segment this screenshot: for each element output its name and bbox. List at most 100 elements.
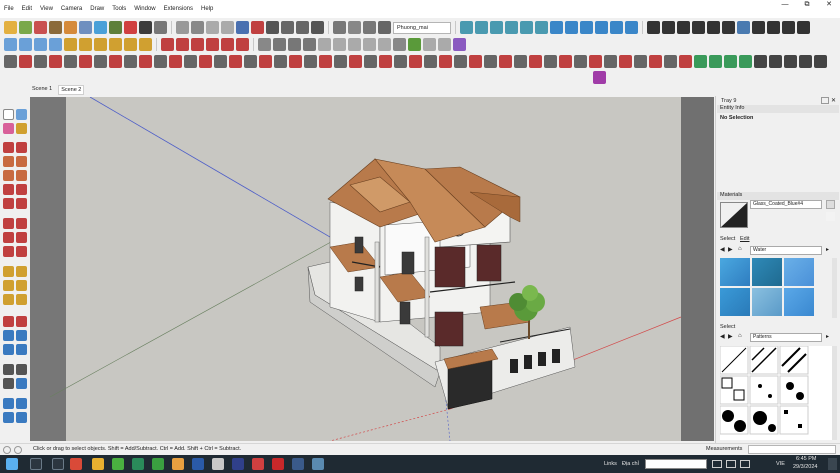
shadow-icon[interactable] bbox=[378, 21, 391, 34]
tool-icon[interactable] bbox=[244, 55, 257, 68]
app-icon[interactable] bbox=[112, 458, 124, 470]
tray-close-icon[interactable]: ✕ bbox=[831, 97, 836, 104]
geolocation-icon[interactable] bbox=[14, 446, 22, 454]
offset-icon[interactable] bbox=[16, 246, 27, 257]
arc-icon[interactable] bbox=[3, 184, 14, 195]
redo-icon[interactable] bbox=[296, 21, 309, 34]
textured-icon[interactable] bbox=[625, 21, 638, 34]
measurements-field[interactable] bbox=[748, 445, 836, 454]
orbit-icon[interactable] bbox=[176, 21, 189, 34]
display-section-icon[interactable] bbox=[3, 398, 14, 409]
grid-icon[interactable] bbox=[333, 38, 346, 51]
style-icon[interactable] bbox=[333, 21, 346, 34]
tool-icon[interactable] bbox=[784, 55, 797, 68]
circle-icon[interactable] bbox=[3, 170, 14, 181]
move-icon[interactable] bbox=[79, 21, 92, 34]
material-swatch[interactable] bbox=[720, 258, 750, 286]
protractor-icon[interactable] bbox=[3, 280, 14, 291]
xray-icon[interactable] bbox=[550, 21, 563, 34]
axes-icon[interactable] bbox=[49, 38, 62, 51]
model-viewport[interactable] bbox=[30, 97, 714, 441]
axes-icon[interactable] bbox=[4, 38, 17, 51]
menu-window[interactable]: Window bbox=[130, 0, 159, 18]
tool-icon[interactable] bbox=[4, 55, 17, 68]
axes-icon[interactable] bbox=[34, 38, 47, 51]
tool-icon[interactable] bbox=[754, 55, 767, 68]
pencil-icon[interactable] bbox=[34, 21, 47, 34]
grid-icon[interactable] bbox=[363, 38, 376, 51]
network-icon[interactable] bbox=[712, 460, 722, 468]
look-around-icon[interactable] bbox=[16, 364, 27, 375]
sun-icon[interactable] bbox=[438, 38, 451, 51]
align-icon[interactable] bbox=[236, 38, 249, 51]
scale-icon[interactable] bbox=[109, 21, 122, 34]
sketchup-icon[interactable] bbox=[252, 458, 264, 470]
pushpull-icon[interactable] bbox=[16, 218, 27, 229]
start-icon[interactable] bbox=[6, 458, 18, 470]
tool-icon[interactable] bbox=[469, 55, 482, 68]
tool-icon[interactable] bbox=[289, 55, 302, 68]
text-icon[interactable] bbox=[79, 38, 92, 51]
links-label[interactable]: Links bbox=[604, 461, 617, 467]
line-icon[interactable] bbox=[3, 142, 14, 153]
acrobat-icon[interactable] bbox=[272, 458, 284, 470]
language-indicator[interactable]: VIE bbox=[776, 461, 785, 467]
back-icon[interactable]: ◀ bbox=[720, 246, 725, 253]
sandbox-icon[interactable] bbox=[737, 21, 750, 34]
cloud-icon[interactable] bbox=[767, 21, 780, 34]
clock-date[interactable]: 29/3/2024 bbox=[793, 464, 817, 470]
arc-icon[interactable] bbox=[16, 184, 27, 195]
hidden-line-icon[interactable] bbox=[595, 21, 608, 34]
materials-tab-edit[interactable]: Edit bbox=[740, 236, 749, 242]
task-view-icon[interactable] bbox=[52, 458, 64, 470]
right-view-icon[interactable] bbox=[505, 21, 518, 34]
tool-icon[interactable] bbox=[739, 55, 752, 68]
tool-icon[interactable] bbox=[619, 55, 632, 68]
solid-icon[interactable] bbox=[303, 38, 316, 51]
tool-icon[interactable] bbox=[799, 55, 812, 68]
material-library-select[interactable]: Water bbox=[750, 246, 822, 255]
scrollbar[interactable] bbox=[832, 346, 837, 440]
front-view-icon[interactable] bbox=[490, 21, 503, 34]
menu-help[interactable]: Help bbox=[197, 0, 217, 18]
position-camera-icon[interactable] bbox=[3, 364, 14, 375]
tool-icon[interactable] bbox=[229, 55, 242, 68]
material-name-field[interactable]: Glass_Coated_Blue#4 bbox=[750, 200, 822, 209]
tool-icon[interactable] bbox=[634, 55, 647, 68]
move-icon[interactable] bbox=[3, 218, 14, 229]
scale-icon[interactable] bbox=[3, 246, 14, 257]
tool-icon[interactable] bbox=[724, 55, 737, 68]
grid-icon[interactable] bbox=[348, 38, 361, 51]
file-explorer-icon[interactable] bbox=[92, 458, 104, 470]
materials-header[interactable]: Materials bbox=[717, 192, 839, 200]
tool-icon[interactable] bbox=[394, 55, 407, 68]
tool-icon[interactable] bbox=[424, 55, 437, 68]
cloud-icon[interactable] bbox=[752, 21, 765, 34]
material-swatch[interactable] bbox=[784, 288, 814, 316]
zoom-extents-icon[interactable] bbox=[3, 344, 14, 355]
search-icon[interactable] bbox=[30, 458, 42, 470]
tool-icon[interactable] bbox=[64, 55, 77, 68]
style-dropdown[interactable]: Phuong_mai bbox=[393, 21, 451, 34]
forward-icon[interactable]: ▶ bbox=[728, 333, 733, 340]
solid-icon[interactable] bbox=[288, 38, 301, 51]
back-edges-icon[interactable] bbox=[565, 21, 578, 34]
menu-edit[interactable]: Edit bbox=[18, 0, 36, 18]
tool-icon[interactable] bbox=[379, 55, 392, 68]
menu-draw[interactable]: Draw bbox=[86, 0, 108, 18]
tool-icon[interactable] bbox=[79, 55, 92, 68]
tool-icon[interactable] bbox=[304, 55, 317, 68]
orbit-icon[interactable] bbox=[3, 316, 14, 327]
materials-tab-select[interactable]: Select bbox=[720, 236, 735, 242]
walk-icon[interactable] bbox=[139, 38, 152, 51]
rotate-icon[interactable] bbox=[191, 38, 204, 51]
tool-icon[interactable] bbox=[664, 55, 677, 68]
print-icon[interactable] bbox=[311, 21, 324, 34]
rotate-icon[interactable] bbox=[3, 232, 14, 243]
menu-extensions[interactable]: Extensions bbox=[160, 0, 197, 18]
text-icon[interactable] bbox=[16, 280, 27, 291]
tool-icon[interactable] bbox=[34, 55, 47, 68]
tray-pin-icon[interactable] bbox=[821, 97, 829, 104]
address-field[interactable] bbox=[645, 459, 707, 469]
material-swatch[interactable] bbox=[784, 258, 814, 286]
